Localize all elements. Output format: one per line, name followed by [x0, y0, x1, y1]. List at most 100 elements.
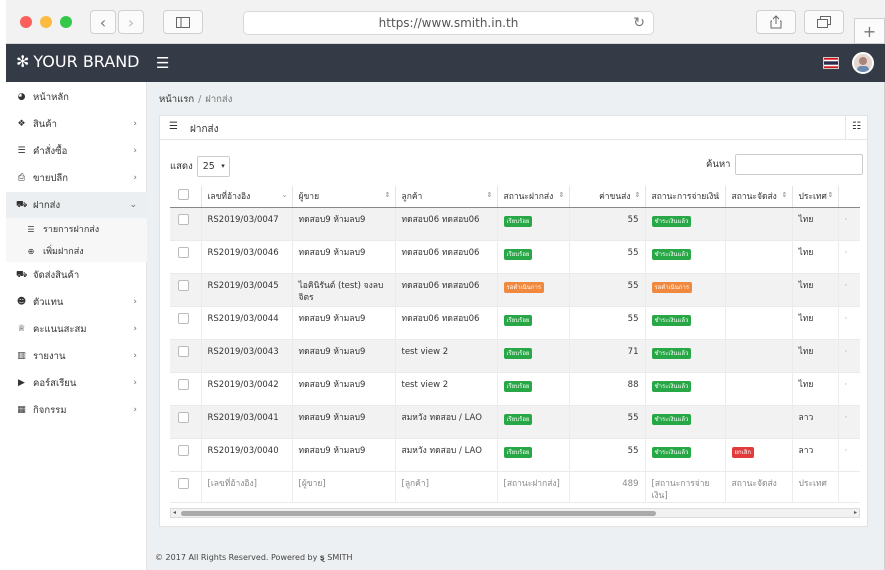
footer-filter-ref[interactable]: [เลขที่อ้างอิง]: [201, 470, 293, 503]
sidebar-item-orders[interactable]: ☰ คำสั่งซื้อ ›: [6, 138, 147, 164]
cell-ref[interactable]: RS2019/03/0045: [201, 273, 293, 307]
table-footer-row: [เลขที่อ้างอิง] [ผู้ขาย] [ลูกค้า] [สถานะ…: [170, 470, 860, 503]
sidebar-subitem-consignment-list[interactable]: ☰ รายการฝากส่ง: [6, 218, 147, 240]
sidebar-subitem-add-consignment[interactable]: ⊕ เพิ่มฝากส่ง: [6, 240, 147, 262]
sidebar-item-products[interactable]: ❖ สินค้า ›: [6, 111, 147, 137]
cell-ref[interactable]: RS2019/03/0046: [201, 240, 293, 274]
cell-seller: ทดสอบ9 ห้ามลบ9: [292, 438, 396, 472]
table-row[interactable]: RS2019/03/0047 ทดสอบ9 ห้ามลบ9 ทดสอบ06 ทดสอ…: [170, 207, 860, 241]
sidebar-item-points[interactable]: ♕ คะแนนสะสม ›: [6, 316, 147, 342]
minimize-window-icon[interactable]: [40, 16, 52, 28]
row-checkbox-cell: [170, 339, 202, 373]
sort-icon: ⇕: [781, 191, 788, 199]
sidebar-item-courses[interactable]: ▶ คอร์สเรียน ›: [6, 370, 147, 396]
scrollbar-thumb[interactable]: [181, 511, 656, 516]
menu-toggle-icon[interactable]: ☰: [156, 54, 169, 72]
scroll-left-icon[interactable]: ◂: [173, 509, 176, 516]
column-toggle-button[interactable]: ☷: [845, 116, 867, 139]
cell-ref[interactable]: RS2019/03/0041: [201, 405, 293, 439]
footer-filter-seller[interactable]: [ผู้ขาย]: [292, 470, 396, 503]
cart-icon: ⛟: [16, 199, 28, 210]
sidebar-item-activities[interactable]: ▦ กิจกรรม ›: [6, 397, 147, 423]
table-row[interactable]: RS2019/03/0044 ทดสอบ9 ห้ามลบ9 ทดสอบ06 ทดสอ…: [170, 306, 860, 340]
sidebar-item-consignment[interactable]: ⛟ ฝากส่ง ⌄: [6, 192, 147, 218]
column-header-customer[interactable]: ลูกค้า ⇕: [395, 186, 498, 208]
row-checkbox[interactable]: [178, 246, 189, 258]
cell-shipping: 71: [569, 339, 646, 373]
select-all-checkbox[interactable]: [178, 189, 189, 201]
footer-filter-delivery[interactable]: สถานะจัดส่ง: [725, 470, 793, 503]
row-checkbox[interactable]: [178, 378, 189, 390]
search-input[interactable]: [735, 154, 864, 175]
sidebar-item-reports[interactable]: ▥ รายงาน ›: [6, 343, 147, 369]
row-checkbox[interactable]: [178, 444, 189, 456]
row-checkbox-cell: [170, 438, 202, 472]
user-avatar[interactable]: [852, 52, 874, 74]
table-row[interactable]: RS2019/03/0046 ทดสอบ9 ห้ามลบ9 ทดสอบ06 ทดสอ…: [170, 240, 860, 274]
cell-seller: ทดสอบ9 ห้ามลบ9: [292, 339, 396, 373]
payment-badge: ชำระเงินแล้ว: [651, 413, 692, 425]
brand-logo[interactable]: ✻ YOUR BRAND: [16, 52, 140, 71]
column-header-status[interactable]: สถานะฝากส่ง ⇕: [497, 186, 570, 208]
cell-payment: ชำระเงินแล้ว: [645, 372, 726, 406]
scroll-right-icon[interactable]: ▸: [854, 509, 857, 516]
sidebar-item-agents[interactable]: ☻ ตัวแทน ›: [6, 289, 147, 315]
footer-filter-status[interactable]: [สถานะฝากส่ง]: [497, 470, 570, 503]
column-header-ref[interactable]: เลขที่อ้างอิง ⌄: [201, 186, 293, 208]
breadcrumb: หน้าแรก / ฝากส่ง: [159, 94, 233, 105]
table-row[interactable]: RS2019/03/0041 ทดสอบ9 ห้ามลบ9 สมหวัง ทดสอบ…: [170, 405, 860, 439]
cell-customer: test view 2: [395, 339, 498, 373]
table-row[interactable]: RS2019/03/0042 ทดสอบ9 ห้ามลบ9 test view 2 เ…: [170, 372, 860, 406]
cell-ref[interactable]: RS2019/03/0042: [201, 372, 293, 406]
cell-ref[interactable]: RS2019/03/0040: [201, 438, 293, 472]
footer-filter-customer[interactable]: [ลูกค้า]: [395, 470, 498, 503]
row-checkbox-cell: [170, 306, 202, 340]
reload-icon[interactable]: ↻: [633, 12, 645, 34]
cell-ref[interactable]: RS2019/03/0047: [201, 207, 293, 241]
breadcrumb-home[interactable]: หน้าแรก: [159, 94, 194, 105]
table-row[interactable]: RS2019/03/0040 ทดสอบ9 ห้ามลบ9 สมหวัง ทดสอบ…: [170, 438, 860, 472]
thai-flag-icon[interactable]: [823, 57, 839, 69]
footer-filter-payment[interactable]: [สถานะการจ่ายเงิน]: [645, 470, 726, 503]
tabs-button[interactable]: [804, 10, 844, 34]
row-checkbox[interactable]: [178, 213, 189, 225]
share-button[interactable]: [756, 10, 796, 34]
horizontal-scrollbar[interactable]: ◂ ▸: [170, 508, 860, 518]
new-tab-button[interactable]: +: [854, 18, 885, 44]
forward-button[interactable]: ›: [118, 10, 144, 34]
footer-brand[interactable]: SMITH: [327, 553, 352, 562]
cell-delivery: [725, 372, 793, 406]
sidebar-item-shipping[interactable]: ⛟ จัดส่งสินค้า: [6, 262, 147, 288]
column-header-shipping[interactable]: ค่าขนส่ง ⇕: [569, 186, 646, 208]
row-checkbox[interactable]: [178, 279, 189, 291]
cell-ref[interactable]: RS2019/03/0044: [201, 306, 293, 340]
sidebar-item-home[interactable]: ◕ หน้าหลัก: [6, 84, 147, 110]
page-length-select[interactable]: 25 ▾: [196, 156, 230, 177]
maximize-window-icon[interactable]: [60, 16, 72, 28]
page-length-control: แสดง 25 ▾: [170, 156, 230, 177]
column-header-payment[interactable]: สถานะการจ่ายเงิน ⇕: [645, 186, 726, 208]
table-row[interactable]: RS2019/03/0043 ทดสอบ9 ห้ามลบ9 test view 2 เ…: [170, 339, 860, 373]
close-window-icon[interactable]: [20, 16, 32, 28]
sidebar-icon: [176, 16, 190, 28]
column-header-delivery[interactable]: สถานะจัดส่ง ⇕: [725, 186, 793, 208]
row-checkbox[interactable]: [178, 477, 189, 489]
column-header-extra[interactable]: ⇕: [838, 186, 860, 208]
footer-filter-country[interactable]: ประเทศ: [792, 470, 839, 503]
cell-ref[interactable]: RS2019/03/0043: [201, 339, 293, 373]
copyright-text: © 2017 All Rights Reserved. Powered by: [155, 553, 318, 562]
sidebar-toggle-button[interactable]: [163, 10, 203, 34]
row-checkbox[interactable]: [178, 411, 189, 423]
row-checkbox[interactable]: [178, 345, 189, 357]
sidebar-item-retail[interactable]: ⎙ ขายปลีก ›: [6, 165, 147, 191]
columns-icon: ☷: [852, 121, 861, 132]
address-bar[interactable]: https://www.smith.in.th ↻: [243, 11, 654, 35]
column-header-seller[interactable]: ผู้ขาย ⇕: [292, 186, 396, 208]
cell-seller: ไอคินิรันต์ (test) จงลบ จิตร: [292, 273, 396, 307]
row-checkbox[interactable]: [178, 312, 189, 324]
table-row[interactable]: RS2019/03/0045 ไอคินิรันต์ (test) จงลบ จิ…: [170, 273, 860, 307]
cell-shipping: 55: [569, 405, 646, 439]
back-button[interactable]: ‹: [90, 10, 116, 34]
column-header-country[interactable]: ประเทศ ⇕: [792, 186, 839, 208]
cell-customer: สมหวัง ทดสอบ / LAO: [395, 438, 498, 472]
